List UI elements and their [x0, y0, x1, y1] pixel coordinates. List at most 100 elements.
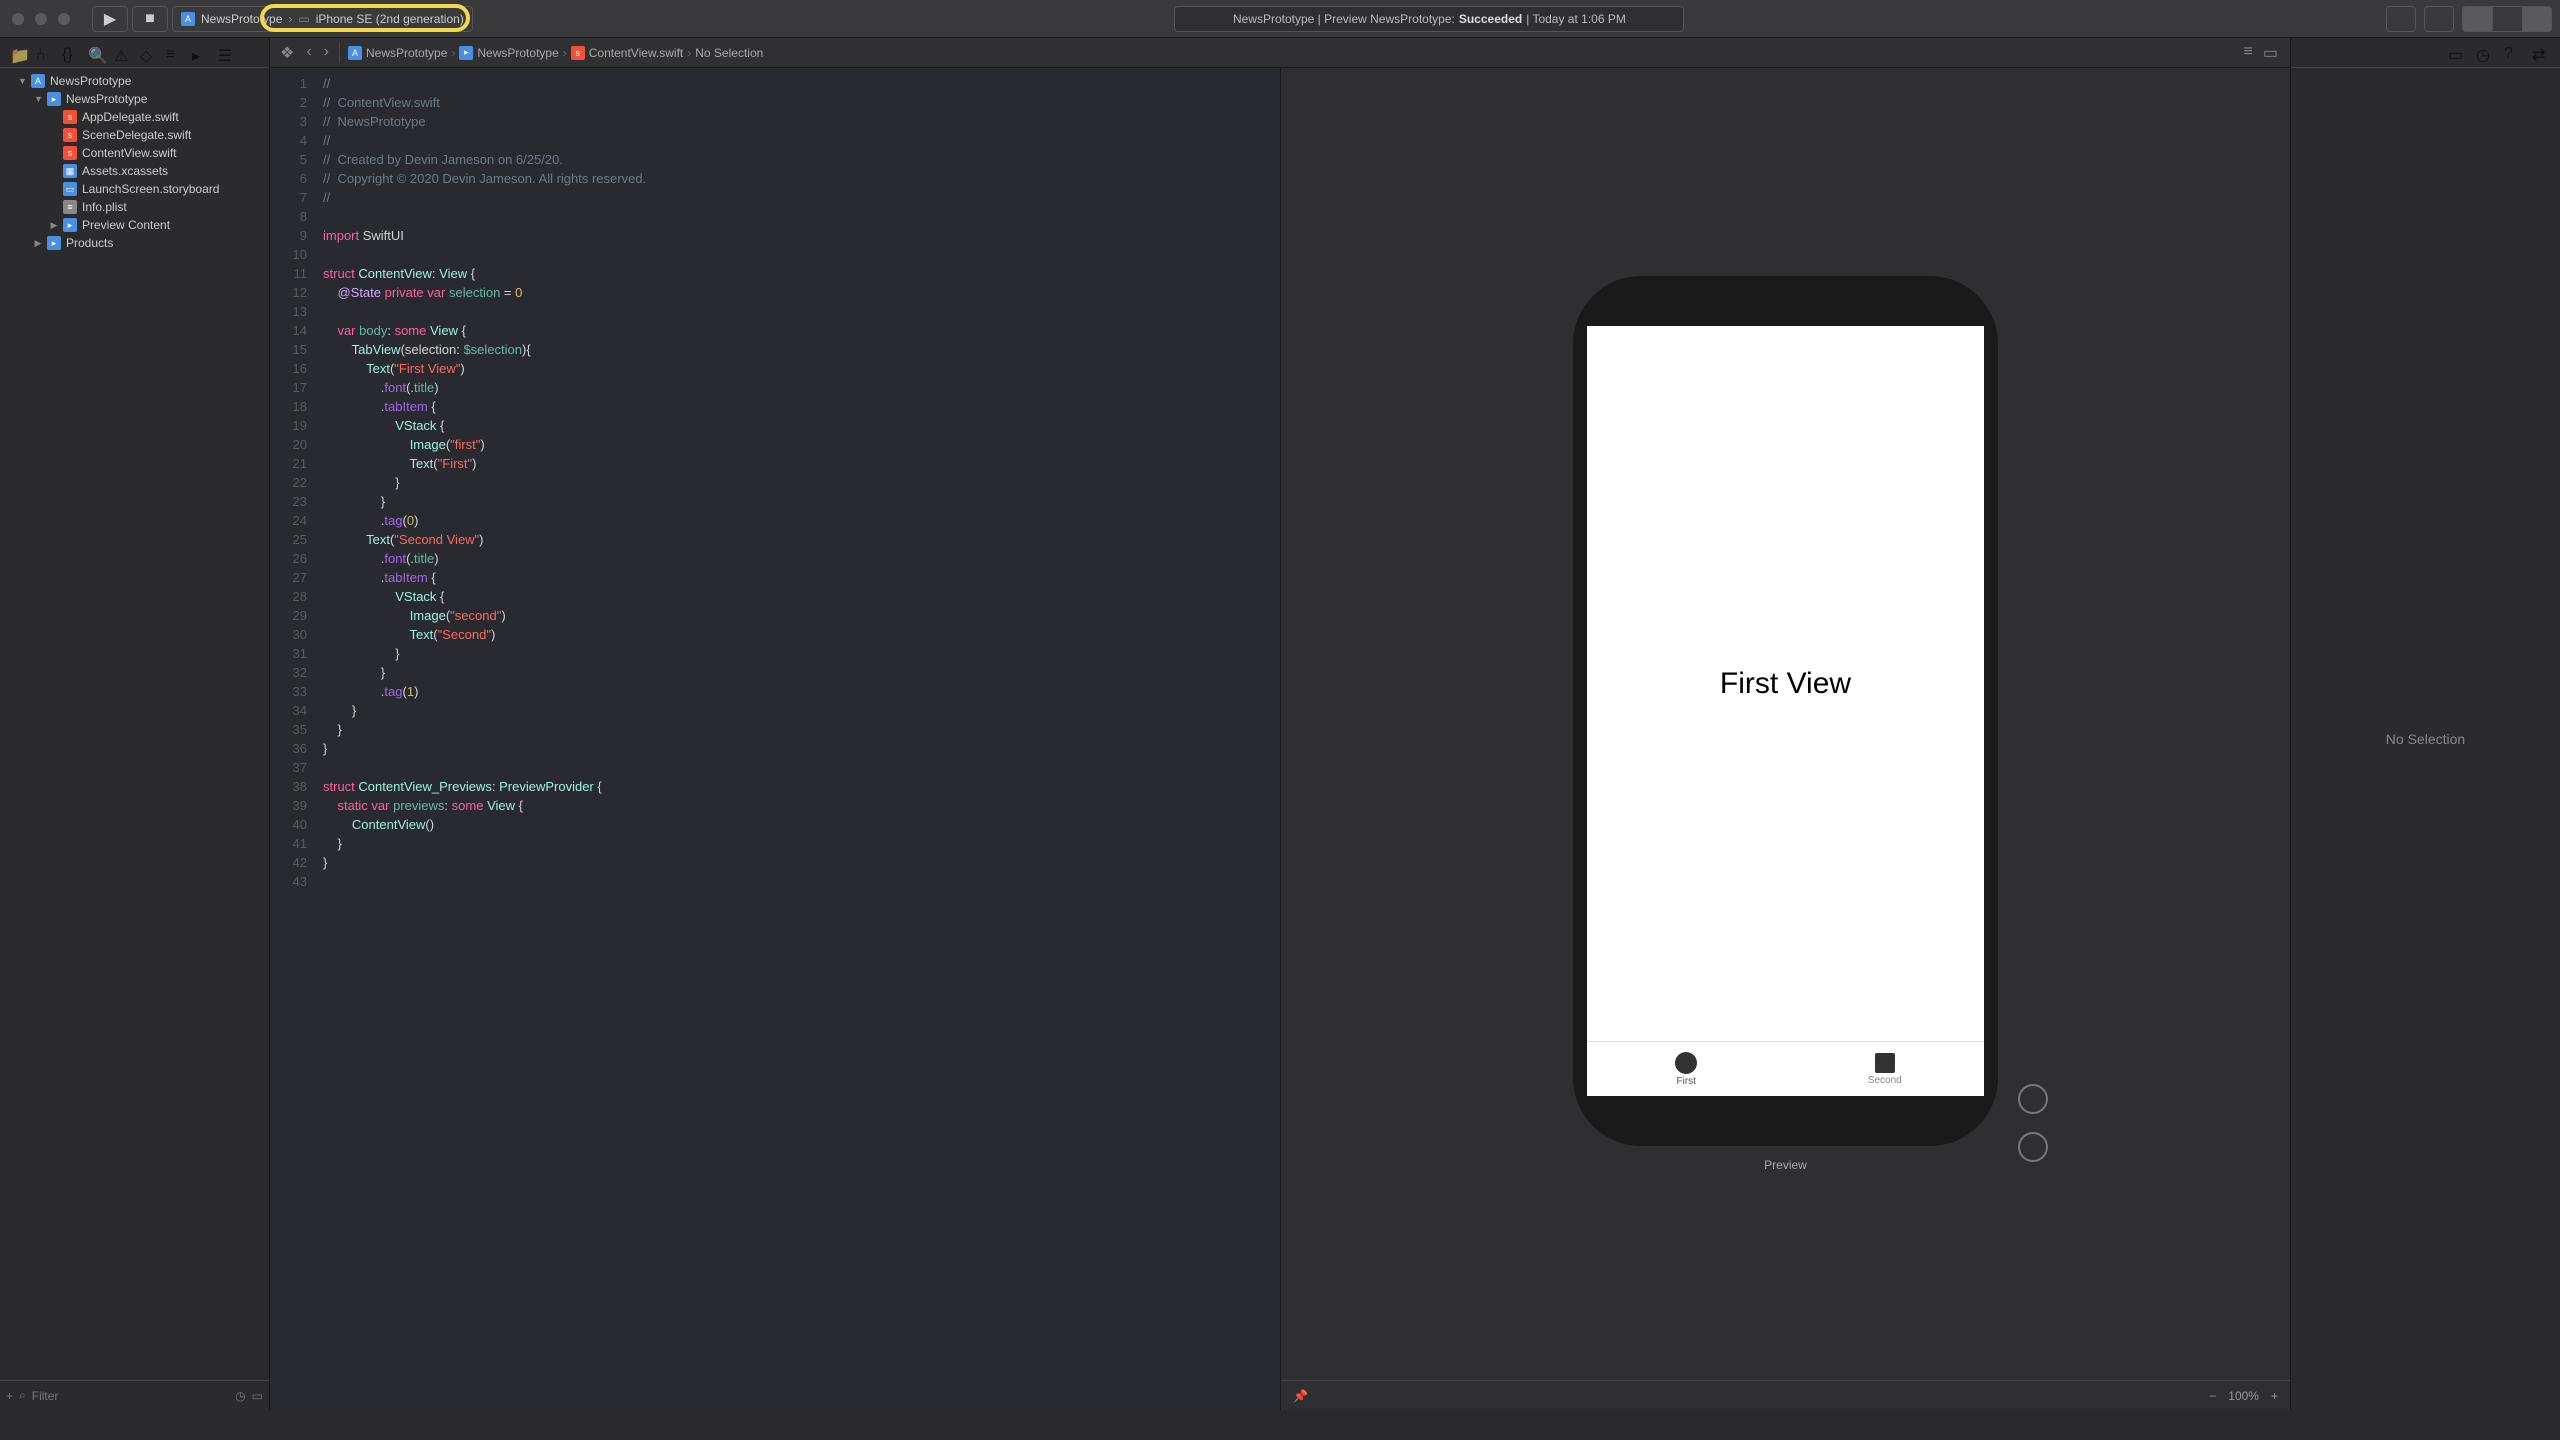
zoom-level[interactable]: 100% — [2228, 1389, 2259, 1403]
window-controls — [12, 13, 70, 25]
scheme-name: NewsPrototype — [201, 12, 282, 26]
tab-label: Second — [1868, 1075, 1902, 1086]
tree-label: LaunchScreen.storyboard — [82, 182, 219, 196]
code-content[interactable]: //// ContentView.swift// NewsPrototype//… — [315, 68, 1280, 1410]
tree-file[interactable]: ≡Info.plist — [0, 198, 269, 216]
inspector-body: No Selection — [2291, 68, 2560, 1410]
preview-label: Preview — [1573, 1158, 1998, 1172]
library-button[interactable] — [2386, 6, 2416, 32]
zoom-out-icon[interactable]: − — [2209, 1389, 2216, 1403]
close-window-icon[interactable] — [12, 13, 24, 25]
main-area: 📁 ⑃ {} 🔍 ⚠ ◇ ≡ ▸ ☰ ▼ANewsPrototype ▼▸New… — [0, 38, 2560, 1410]
report-tab-icon[interactable]: ☰ — [218, 46, 232, 60]
inspector-message: No Selection — [2386, 731, 2465, 747]
tree-label: NewsPrototype — [50, 74, 131, 88]
help-inspector-tab-icon[interactable]: ? — [2504, 45, 2520, 61]
run-button[interactable]: ▶ — [92, 6, 128, 32]
tree-file[interactable]: sAppDelegate.swift — [0, 108, 269, 126]
editor-layout-icon[interactable]: ≡ — [2244, 43, 2253, 63]
toggle-navigator-button[interactable] — [2462, 6, 2492, 32]
device-icon: ▭ — [298, 12, 309, 26]
circle-icon — [1675, 1052, 1697, 1074]
breakpoint-tab-icon[interactable]: ▸ — [192, 46, 206, 60]
tree-label: ContentView.swift — [82, 146, 177, 160]
history-inspector-tab-icon[interactable]: ◷ — [2476, 45, 2492, 61]
editor-options: ≡ ▭ — [2232, 43, 2290, 63]
tree-file[interactable]: sContentView.swift — [0, 144, 269, 162]
tree-label: SceneDelegate.swift — [82, 128, 191, 142]
tree-group[interactable]: ▶▸Preview Content — [0, 216, 269, 234]
tree-file[interactable]: sSceneDelegate.swift — [0, 126, 269, 144]
breadcrumb-item[interactable]: No Selection — [695, 46, 763, 60]
scm-icon[interactable]: ▭ — [252, 1389, 263, 1403]
breadcrumb-item[interactable]: ContentView.swift — [589, 46, 684, 60]
preview-tabbar: First Second — [1587, 1041, 1984, 1096]
panel-toggles — [2462, 6, 2552, 32]
navigator-panel: 📁 ⑃ {} 🔍 ⚠ ◇ ≡ ▸ ☰ ▼ANewsPrototype ▼▸New… — [0, 38, 270, 1410]
folder-icon: ▸ — [459, 46, 473, 60]
activity-viewer: NewsPrototype | Preview NewsPrototype: S… — [477, 6, 2382, 32]
issue-tab-icon[interactable]: ⚠ — [114, 46, 128, 60]
live-preview-button[interactable] — [2018, 1084, 2048, 1114]
preview-viewport[interactable]: First View First Second — [1281, 68, 2290, 1380]
editor-split: 1234567891011121314151617181920212223242… — [270, 68, 2290, 1410]
minimize-window-icon[interactable] — [35, 13, 47, 25]
adjust-editor-icon[interactable]: ▭ — [2263, 43, 2278, 63]
test-tab-icon[interactable]: ◇ — [140, 46, 154, 60]
tree-label: NewsPrototype — [66, 92, 147, 106]
inspect-preview-button[interactable] — [2018, 1132, 2048, 1162]
editor-tabbar: ❖ ‹ › ANewsPrototype › ▸NewsPrototype › … — [270, 38, 2290, 68]
editor-history-controls: ❖ ‹ › — [270, 43, 340, 63]
status-result: Succeeded — [1459, 12, 1522, 26]
preview-body: First View — [1587, 326, 1984, 1041]
tree-project-root[interactable]: ▼ANewsPrototype — [0, 72, 269, 90]
back-icon[interactable]: ‹ — [306, 43, 311, 63]
status-time: | Today at 1:06 PM — [1526, 12, 1626, 26]
find-tab-icon[interactable]: 🔍 — [88, 46, 102, 60]
tree-file[interactable]: ▭LaunchScreen.storyboard — [0, 180, 269, 198]
attributes-inspector-tab-icon[interactable]: ⇄ — [2532, 45, 2548, 61]
app-icon: A — [181, 12, 195, 26]
source-control-tab-icon[interactable]: ⑃ — [36, 46, 50, 60]
preview-tab-second[interactable]: Second — [1786, 1042, 1985, 1096]
tree-label: Preview Content — [82, 218, 170, 232]
related-items-icon[interactable]: ❖ — [280, 43, 294, 63]
toggle-debug-button[interactable] — [2492, 6, 2522, 32]
recent-icon[interactable]: ◷ — [235, 1389, 245, 1403]
preview-tab-first[interactable]: First — [1587, 1042, 1786, 1096]
device-screen: First View First Second — [1587, 326, 1984, 1096]
tree-label: AppDelegate.swift — [82, 110, 179, 124]
pin-icon[interactable]: 📌 — [1293, 1389, 1308, 1403]
tree-label: Info.plist — [82, 200, 127, 214]
zoom-window-icon[interactable] — [58, 13, 70, 25]
jump-bar[interactable]: ANewsPrototype › ▸NewsPrototype › sConte… — [340, 46, 2232, 60]
chevron-right-icon: › — [288, 12, 292, 26]
tab-label: First — [1677, 1076, 1696, 1087]
tree-group[interactable]: ▼▸NewsPrototype — [0, 90, 269, 108]
tree-group[interactable]: ▶▸Products — [0, 234, 269, 252]
line-gutter: 1234567891011121314151617181920212223242… — [270, 68, 315, 1410]
scheme-selector[interactable]: A NewsPrototype › ▭ iPhone SE (2nd gener… — [172, 6, 473, 32]
zoom-in-icon[interactable]: + — [2271, 1389, 2278, 1403]
file-inspector-tab-icon[interactable]: ▭ — [2448, 45, 2464, 61]
stop-button[interactable]: ■ — [132, 6, 168, 32]
filter-input[interactable] — [32, 1389, 229, 1403]
device-name: iPhone SE (2nd generation) — [316, 12, 464, 26]
breadcrumb-item[interactable]: NewsPrototype — [366, 46, 447, 60]
status-text[interactable]: NewsPrototype | Preview NewsPrototype: S… — [1174, 6, 1684, 32]
source-editor[interactable]: 1234567891011121314151617181920212223242… — [270, 68, 1280, 1410]
symbol-tab-icon[interactable]: {} — [62, 46, 76, 60]
app-icon: A — [348, 46, 362, 60]
breadcrumb-item[interactable]: NewsPrototype — [477, 46, 558, 60]
project-navigator-tab-icon[interactable]: 📁 — [10, 46, 24, 60]
navigator-filter-bar: + ⌕ ◷ ▭ — [0, 1380, 269, 1410]
code-review-button[interactable] — [2424, 6, 2454, 32]
swift-icon: s — [571, 46, 585, 60]
square-icon — [1875, 1053, 1895, 1073]
add-icon[interactable]: + — [6, 1389, 13, 1403]
tree-label: Products — [66, 236, 113, 250]
debug-tab-icon[interactable]: ≡ — [166, 46, 180, 60]
toggle-inspector-button[interactable] — [2522, 6, 2552, 32]
forward-icon[interactable]: › — [324, 43, 329, 63]
tree-file[interactable]: ▦Assets.xcassets — [0, 162, 269, 180]
